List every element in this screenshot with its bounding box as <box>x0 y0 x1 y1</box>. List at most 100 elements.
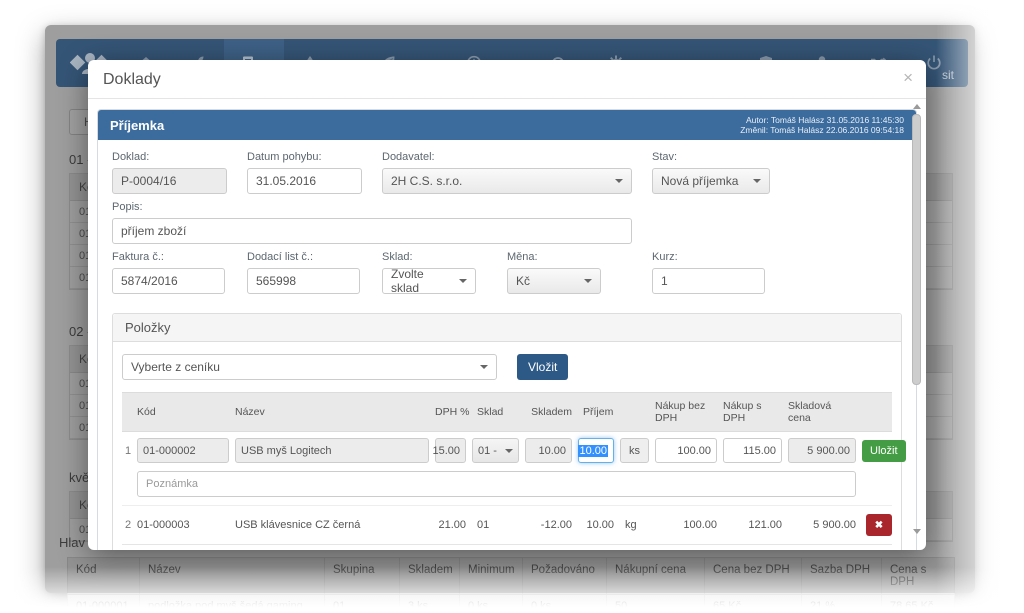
item-row: 2 01-000003 USB klávesnice CZ černá 21.0… <box>122 505 892 545</box>
scroll-up-icon[interactable] <box>913 104 921 109</box>
cell: 01 <box>324 595 399 613</box>
col-header-nakup-s-dph: Nákup s DPH <box>720 393 785 431</box>
kurz-label: Kurz: <box>652 251 765 263</box>
scroll-down-icon[interactable] <box>913 529 921 534</box>
item-prijem: 10.00 <box>575 519 617 531</box>
save-button[interactable]: Uložit <box>862 440 906 462</box>
item-nakup-bez-dph-input[interactable]: 100.00 <box>655 438 717 463</box>
scrollbar-thumb[interactable] <box>912 114 921 385</box>
item-unit-addon: ks <box>620 438 649 463</box>
col-header-nazev: Název <box>232 399 432 425</box>
item-edit-row: 1 01-000002 USB myš Logitech 15.00 01 - <box>122 432 892 469</box>
changed-line: Změnil: Tomáš Halász 22.06.2016 09:54:18 <box>740 125 904 135</box>
kurz-field[interactable]: 1 <box>652 268 765 294</box>
selected-value: Zvolte sklad <box>391 267 453 295</box>
caret-down-icon <box>480 365 488 369</box>
item-nakup-s-dph-input[interactable]: 115.00 <box>723 438 782 463</box>
delete-button[interactable]: ✖ <box>866 514 892 536</box>
receipt-panel: Příjemka Autor: Tomáš Halász 31.05.2016 … <box>97 109 917 550</box>
item-skladova-cena-field: 5 900.00 <box>788 438 856 463</box>
doklad-label: Doklad: <box>112 151 227 163</box>
mena-label: Měna: <box>507 251 601 263</box>
selected-value: Vyberte z ceníku <box>131 360 220 374</box>
cell: 01-000001 <box>67 595 139 613</box>
dodaci-list-label: Dodací list č.: <box>247 251 360 263</box>
caret-down-icon <box>584 279 592 283</box>
receipt-panel-header: Příjemka Autor: Tomáš Halász 31.05.2016 … <box>98 110 916 140</box>
cell: 65 Kč <box>704 595 801 613</box>
form-row-1: Doklad: P-0004/16 Datum pohybu: 31.05.20… <box>112 151 902 201</box>
app-window: sit Hlavn 01 - H Kód 01-0 01-0 01-0 01-0… <box>45 25 975 593</box>
items-panel-title: Položky <box>113 314 901 342</box>
col-header-dph: DPH % <box>432 399 469 425</box>
row-number: 1 <box>122 445 134 457</box>
popis-label: Popis: <box>112 201 632 213</box>
modal-body: Příjemka Autor: Tomáš Halász 31.05.2016 … <box>88 99 926 550</box>
row-number: 2 <box>122 519 134 531</box>
items-table-header: Kód Název DPH % Sklad Skladem Příjem Nák… <box>122 392 892 432</box>
note-input[interactable] <box>137 471 856 497</box>
item-skladem: -12.00 <box>522 519 575 531</box>
item-note-row <box>122 469 892 505</box>
form-row-2: Popis: příjem zboží <box>112 201 902 251</box>
selected-text: 10.00 <box>578 445 608 457</box>
receipt-panel-body: Doklad: P-0004/16 Datum pohybu: 31.05.20… <box>98 140 916 550</box>
dodavatel-select[interactable]: 2H C.S. s.r.o. <box>382 168 632 194</box>
col-header-skladova-cena: Skladová cena <box>785 393 859 431</box>
col-header <box>617 405 652 419</box>
author-line: Autor: Tomáš Halász 31.05.2016 11:45:30 <box>746 115 904 125</box>
item-nakup-bez-dph: 100.00 <box>652 519 720 531</box>
doklady-modal: Doklady × Příjemka Autor: Tomáš Halász 3… <box>88 60 926 550</box>
col-header-prijem: Příjem <box>575 399 617 425</box>
item-kod-field: 01-000002 <box>137 438 229 463</box>
cell: 3 ks <box>399 595 459 613</box>
datum-field[interactable]: 31.05.2016 <box>247 168 362 194</box>
item-nakup-s-dph: 121.00 <box>720 519 785 531</box>
col-header-skladem: Skladem <box>522 399 575 425</box>
stav-select[interactable]: Nová příjemka <box>652 168 770 194</box>
item-dph: 21.00 <box>432 519 469 531</box>
sklad-select[interactable]: Zvolte sklad <box>382 268 476 294</box>
item-sklad: 01 <box>469 519 522 531</box>
modal-scrollbar[interactable] <box>912 104 922 534</box>
popis-field[interactable]: příjem zboží <box>112 218 632 244</box>
faktura-field[interactable]: 5874/2016 <box>112 268 225 294</box>
cell: 21 % <box>801 595 881 613</box>
col-header-nakup-bez-dph: Nákup bez DPH <box>652 393 720 431</box>
item-prijem-input[interactable]: 10.00 <box>578 438 614 463</box>
cell: 0 ks <box>459 595 522 613</box>
selected-value: 2H C.S. s.r.o. <box>391 174 462 188</box>
faktura-label: Faktura č.: <box>112 251 225 263</box>
doklad-field: P-0004/16 <box>112 168 227 194</box>
item-picker-row: Vyberte z ceníku Vložit <box>122 354 892 380</box>
screenshot-frame: sit Hlavn 01 - H Kód 01-0 01-0 01-0 01-0… <box>0 0 1024 613</box>
price-list-select[interactable]: Vyberte z ceníku <box>122 354 497 380</box>
dodaci-list-field[interactable]: 565998 <box>247 268 360 294</box>
cell: 50 <box>606 595 704 613</box>
col-header-sklad: Sklad <box>469 399 522 425</box>
items-table: Kód Název DPH % Sklad Skladem Příjem Nák… <box>122 392 892 545</box>
nav-power-label-fragment: sit <box>942 68 954 82</box>
col-header-kod: Kód <box>134 399 232 425</box>
modal-title: Doklady <box>103 71 911 89</box>
stav-label: Stav: <box>652 151 770 163</box>
col-header <box>122 405 134 419</box>
item-sklad-select[interactable]: 01 - <box>472 438 519 463</box>
mena-select[interactable]: Kč <box>507 268 601 294</box>
selected-value: Kč <box>516 274 530 288</box>
caret-down-icon <box>753 179 761 183</box>
cell: 78.65 Kč <box>881 595 955 613</box>
insert-button[interactable]: Vložit <box>517 354 568 380</box>
item-nazev: USB klávesnice CZ černá <box>232 519 432 531</box>
item-unit: kg <box>617 519 652 531</box>
receipt-title: Příjemka <box>110 118 164 133</box>
sklad-label: Sklad: <box>382 251 476 263</box>
selected-value: 01 - <box>478 445 497 457</box>
close-icon[interactable]: × <box>903 69 913 86</box>
item-kod: 01-000003 <box>134 519 232 531</box>
audit-info: Autor: Tomáš Halász 31.05.2016 11:45:30 … <box>740 115 904 136</box>
dodavatel-label: Dodavatel: <box>382 151 632 163</box>
caret-down-icon <box>615 179 623 183</box>
selected-value: Nová příjemka <box>661 174 738 188</box>
power-icon <box>925 54 943 72</box>
